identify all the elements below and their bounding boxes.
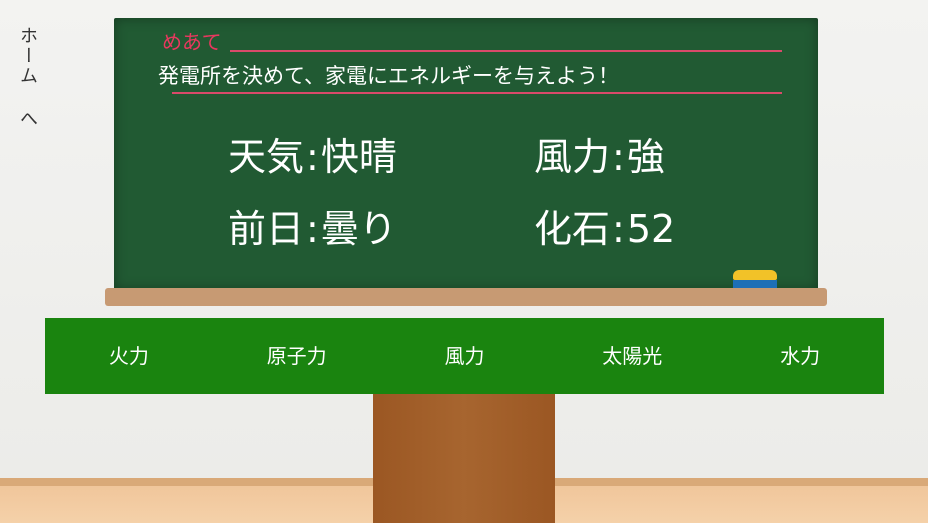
chalk-tray bbox=[105, 288, 827, 306]
stat-wind: 風力:強 bbox=[534, 135, 665, 179]
menu-pillar bbox=[373, 394, 555, 523]
menu-item-thermal[interactable]: 火力 bbox=[49, 318, 209, 394]
stat-weather-value: 快晴 bbox=[320, 135, 397, 179]
stat-weather-label: 天気 bbox=[228, 135, 305, 179]
power-plant-menu: 火力 原子力 風力 太陽光 水力 bbox=[45, 318, 884, 394]
stat-fossil-label: 化石 bbox=[534, 207, 611, 251]
goal-text: 発電所を決めて、家電にエネルギーを与えよう！ bbox=[158, 64, 619, 88]
goal-label: めあて bbox=[162, 30, 222, 54]
stat-wind-label: 風力 bbox=[534, 135, 611, 179]
eraser-icon bbox=[733, 270, 777, 288]
stat-yesterday: 前日:曇り bbox=[228, 207, 397, 251]
stat-fossil: 化石:52 bbox=[534, 207, 676, 251]
menu-item-hydro[interactable]: 水力 bbox=[720, 318, 880, 394]
menu-item-wind[interactable]: 風力 bbox=[384, 318, 544, 394]
home-link[interactable]: ホーム へ bbox=[10, 26, 40, 129]
stat-yesterday-value: 曇り bbox=[320, 207, 397, 251]
stat-fossil-value: 52 bbox=[626, 207, 676, 251]
chalkboard bbox=[114, 18, 818, 290]
stat-weather: 天気:快晴 bbox=[228, 135, 397, 179]
menu-item-nuclear[interactable]: 原子力 bbox=[217, 318, 377, 394]
stat-wind-value: 強 bbox=[626, 135, 665, 179]
menu-item-solar[interactable]: 太陽光 bbox=[552, 318, 712, 394]
goal-underline bbox=[230, 50, 782, 52]
stat-yesterday-label: 前日 bbox=[228, 207, 305, 251]
goal-text-underline bbox=[172, 92, 782, 94]
